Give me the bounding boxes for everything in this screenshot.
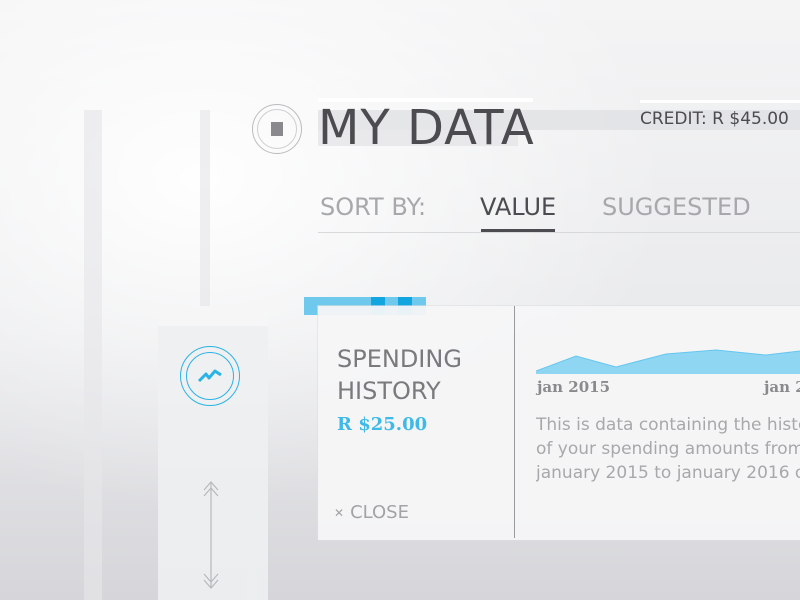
card-title-line: SPENDING (337, 345, 462, 373)
spending-sparkline (536, 349, 800, 374)
trend-zigzag-icon[interactable] (180, 346, 240, 406)
credit-accent-line (640, 100, 800, 103)
background-strip (200, 110, 210, 310)
close-button[interactable]: ✕ CLOSE (334, 502, 409, 523)
category-sidebar-header (158, 306, 268, 326)
sort-option-value[interactable]: VALUE (480, 193, 556, 221)
card-divider (514, 306, 515, 538)
close-icon: ✕ (334, 505, 345, 520)
card-description: This is data containing the histo of you… (536, 413, 800, 493)
background-strip (84, 110, 102, 600)
card-price: R $25.00 (337, 414, 428, 435)
sort-divider (318, 232, 800, 233)
sparkline-baseline (536, 371, 800, 372)
description-line: This is data containing the histo (536, 415, 800, 435)
square-stop-icon[interactable] (252, 104, 302, 154)
zigzag-glyph (197, 369, 222, 383)
icon-square (271, 122, 283, 136)
page-title: MY DATA (318, 100, 535, 156)
description-line: january 2015 to january 2016 or (536, 463, 800, 483)
sort-label: SORT BY: (320, 193, 427, 221)
chart-date-label: jan 2 (764, 378, 800, 396)
icon-ring (257, 109, 297, 149)
chart-date-label: jan 2015 (537, 378, 611, 396)
card-title: SPENDING HISTORY (337, 343, 507, 407)
app-screen: MY DATA CREDIT: R $45.00 SORT BY: VALUE … (0, 0, 800, 600)
sort-option-suggested[interactable]: SUGGESTED (602, 193, 751, 221)
icon-ring (186, 352, 234, 400)
close-label: CLOSE (350, 502, 409, 523)
card-title-line: HISTORY (337, 377, 441, 405)
description-line: of your spending amounts from (536, 439, 800, 459)
vertical-scroll-icon[interactable] (200, 478, 222, 592)
credit-balance: CREDIT: R $45.00 (640, 109, 789, 129)
